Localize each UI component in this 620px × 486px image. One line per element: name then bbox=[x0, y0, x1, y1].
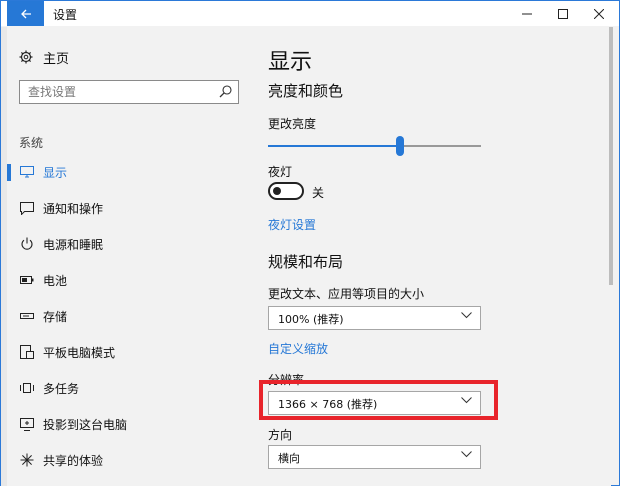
home-nav[interactable]: 主页 bbox=[19, 47, 69, 67]
night-light-settings-link[interactable]: 夜灯设置 bbox=[268, 216, 316, 233]
tablet-mode-icon bbox=[19, 344, 35, 360]
sidebar-item-label: 投影到这台电脑 bbox=[43, 417, 128, 432]
page-title: 显示 bbox=[268, 50, 313, 75]
shared-experience-icon bbox=[19, 452, 35, 468]
sidebar-item-multitasking[interactable]: 多任务 bbox=[7, 370, 245, 406]
sidebar-item-storage[interactable]: 存储 bbox=[7, 298, 245, 334]
night-light-state: 关 bbox=[312, 186, 325, 200]
scale-dropdown-value: 100% (推荐) bbox=[278, 313, 344, 326]
close-icon bbox=[594, 8, 604, 19]
sidebar-item-power[interactable]: 电源和睡眠 bbox=[7, 226, 245, 262]
resolution-highlight-annotation bbox=[259, 380, 498, 420]
settings-window: 设置 主页 查找设置 系统 显示 通知和操作 电源和睡眠 电池 存储 平板电脑模… bbox=[0, 0, 620, 486]
sidebar-item-display[interactable]: 显示 bbox=[7, 154, 245, 190]
sidebar: 主页 系统 显示 通知和操作 bbox=[7, 27, 245, 486]
section-heading-brightness: 亮度和颜色 bbox=[268, 82, 344, 100]
scrollbar[interactable] bbox=[609, 27, 613, 285]
back-arrow-icon bbox=[20, 9, 31, 18]
sidebar-item-shared-experiences[interactable]: 共享的体验 bbox=[7, 442, 245, 478]
night-light-toggle[interactable] bbox=[268, 182, 304, 200]
maximize-icon bbox=[558, 8, 568, 19]
sidebar-item-label: 通知和操作 bbox=[43, 201, 104, 216]
notification-icon bbox=[19, 200, 35, 216]
toggle-knob bbox=[273, 187, 281, 195]
sidebar-item-notifications[interactable]: 通知和操作 bbox=[7, 190, 245, 226]
brightness-label: 更改亮度 bbox=[268, 117, 317, 131]
slider-fill bbox=[268, 145, 401, 147]
sidebar-item-label: 存储 bbox=[43, 309, 68, 324]
search-input[interactable] bbox=[20, 81, 210, 103]
battery-icon bbox=[19, 272, 35, 288]
scale-dropdown[interactable]: 100% (推荐) bbox=[268, 306, 481, 330]
title-bar: 设置 bbox=[1, 1, 619, 26]
sidebar-item-label: 共享的体验 bbox=[43, 453, 104, 468]
brightness-slider[interactable] bbox=[268, 136, 481, 156]
orientation-label: 方向 bbox=[268, 428, 293, 442]
multitask-icon bbox=[19, 380, 35, 396]
chevron-down-icon bbox=[461, 312, 472, 319]
custom-scaling-link[interactable]: 自定义缩放 bbox=[268, 340, 328, 357]
gear-icon bbox=[19, 50, 33, 64]
minimize-button[interactable] bbox=[509, 1, 545, 26]
scale-label: 更改文本、应用等项目的大小 bbox=[268, 287, 425, 301]
back-button[interactable] bbox=[7, 1, 44, 26]
section-label-system: 系统 bbox=[19, 136, 44, 150]
window-title: 设置 bbox=[53, 8, 78, 22]
sidebar-item-battery[interactable]: 电池 bbox=[7, 262, 245, 298]
night-light-label: 夜灯 bbox=[268, 165, 293, 179]
project-icon bbox=[19, 416, 35, 432]
search-icon[interactable] bbox=[219, 85, 232, 98]
chevron-down-icon bbox=[461, 451, 472, 458]
storage-icon bbox=[19, 308, 35, 324]
sidebar-item-label: 电池 bbox=[43, 273, 68, 288]
orientation-dropdown[interactable]: 横向 bbox=[268, 445, 481, 469]
slider-thumb[interactable] bbox=[396, 136, 405, 156]
sidebar-item-label: 平板电脑模式 bbox=[43, 345, 116, 360]
maximize-button[interactable] bbox=[545, 1, 581, 26]
sidebar-item-tablet-mode[interactable]: 平板电脑模式 bbox=[7, 334, 245, 370]
active-indicator bbox=[7, 164, 11, 181]
orientation-dropdown-value: 横向 bbox=[278, 452, 300, 465]
minimize-icon bbox=[522, 13, 532, 14]
sidebar-item-label: 电源和睡眠 bbox=[43, 237, 104, 252]
sidebar-item-label: 显示 bbox=[43, 165, 68, 180]
close-button[interactable] bbox=[581, 1, 617, 26]
power-icon bbox=[19, 236, 35, 252]
search-box[interactable] bbox=[19, 80, 239, 104]
section-heading-scale: 规模和布局 bbox=[268, 253, 344, 271]
monitor-icon bbox=[19, 164, 35, 180]
sidebar-item-project-to-pc[interactable]: 投影到这台电脑 bbox=[7, 406, 245, 442]
home-label: 主页 bbox=[43, 51, 70, 67]
sidebar-item-label: 多任务 bbox=[43, 381, 80, 396]
